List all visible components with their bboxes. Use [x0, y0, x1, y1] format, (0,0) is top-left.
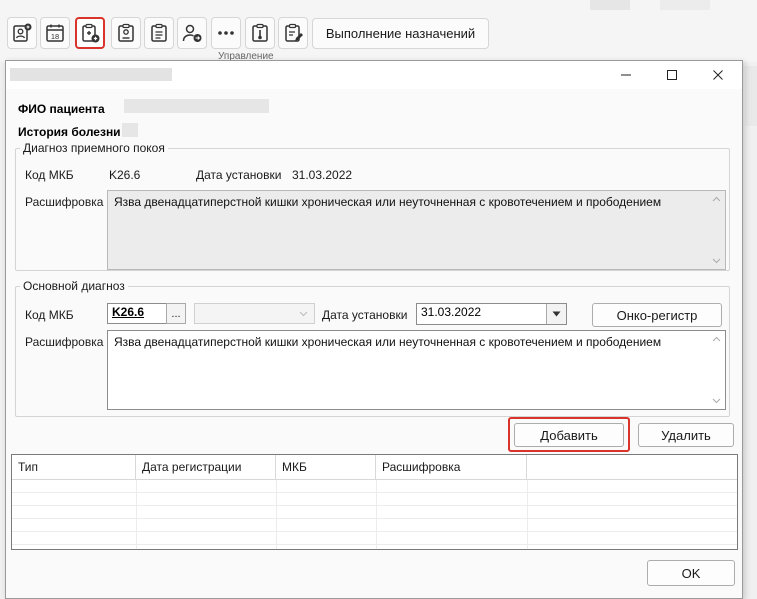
clipboard-edit-icon — [285, 23, 303, 42]
medical-history-redacted — [122, 123, 138, 137]
main-decode-label: Расшифровка — [25, 335, 104, 349]
calendar-button[interactable]: 18 — [40, 17, 70, 49]
admission-date-value: 31.03.2022 — [292, 168, 353, 182]
user-arrow-button[interactable] — [177, 17, 207, 49]
patient-name-redacted — [124, 99, 269, 113]
chevron-down-icon — [552, 311, 561, 317]
diagnoses-table[interactable]: Тип Дата регистрации МКБ Расшифровка — [11, 454, 738, 550]
admission-decode-content: Язва двенадцатиперстной кишки хроническа… — [114, 195, 662, 209]
scroll-up-icon — [712, 196, 721, 202]
clipboard-list-button[interactable] — [144, 17, 174, 49]
dialog-title-redacted — [10, 68, 172, 81]
maximize-button[interactable] — [649, 61, 695, 89]
close-icon — [713, 70, 723, 80]
mkb-extra-select — [194, 303, 315, 324]
chevron-down-icon — [299, 311, 308, 317]
main-decode-content: Язва двенадцатиперстной кишки хроническа… — [114, 335, 662, 349]
column-header-type[interactable]: Тип — [12, 455, 136, 480]
column-header-registration-date[interactable]: Дата регистрации — [136, 455, 276, 480]
maximize-icon — [667, 70, 677, 80]
minimize-button[interactable] — [603, 61, 649, 89]
main-mkb-label: Код МКБ — [25, 308, 74, 322]
calendar-icon: 18 — [46, 24, 64, 42]
user-arrow-icon — [182, 24, 202, 42]
admission-mkb-value: K26.6 — [109, 168, 141, 182]
toolbar-group-label: Управление — [218, 52, 274, 60]
patient-card-icon — [13, 23, 32, 42]
minimize-icon — [621, 74, 631, 76]
more-button[interactable] — [211, 17, 241, 49]
add-button[interactable]: Добавить — [514, 423, 624, 447]
admission-decode-text[interactable]: Язва двенадцатиперстной кишки хроническа… — [107, 190, 726, 270]
clipboard-edit-button[interactable] — [278, 17, 308, 49]
app-toolbar: 18 Выполнение назначений Управление — [0, 0, 757, 126]
patient-name-label: ФИО пациента — [18, 102, 105, 116]
execute-prescriptions-button[interactable]: Выполнение назначений — [312, 18, 489, 49]
dialog-titlebar — [6, 61, 742, 89]
clipboard-list-icon — [151, 23, 167, 42]
patient-card-button[interactable] — [7, 17, 37, 49]
diagnosis-dialog: ФИО пациента История болезни Диагноз при… — [5, 60, 743, 599]
clipboard-add-icon — [82, 23, 100, 43]
main-diagnosis-legend: Основной диагноз — [23, 279, 125, 293]
blurred-region — [590, 0, 630, 10]
clipboard-thermometer-icon — [252, 23, 268, 42]
clipboard-thermometer-button[interactable] — [245, 17, 275, 49]
ok-button[interactable]: OK — [647, 560, 735, 586]
blurred-region — [660, 0, 710, 10]
svg-text:18: 18 — [51, 32, 59, 41]
mkb-browse-button[interactable]: ... — [166, 303, 186, 324]
main-decode-textarea[interactable]: Язва двенадцатиперстной кишки хроническа… — [107, 330, 726, 410]
scroll-down-icon — [712, 258, 721, 264]
background-panel — [745, 66, 757, 126]
diagnoses-table-header: Тип Дата регистрации МКБ Расшифровка — [12, 455, 737, 480]
table-row — [12, 519, 737, 532]
admission-mkb-label: Код МКБ — [25, 168, 74, 182]
delete-button[interactable]: Удалить — [638, 423, 734, 447]
admission-date-label: Дата установки — [196, 168, 282, 182]
column-header-mkb[interactable]: МКБ — [276, 455, 376, 480]
id-badge-icon — [118, 23, 134, 42]
main-decode-scrollbar[interactable] — [708, 331, 725, 409]
id-badge-button[interactable] — [111, 17, 141, 49]
table-row — [12, 480, 737, 493]
main-date-label: Дата установки — [322, 308, 408, 322]
date-dropdown-button[interactable] — [546, 304, 566, 324]
main-mkb-input[interactable]: K26.6 — [107, 303, 167, 324]
column-header-decode[interactable]: Расшифровка — [376, 455, 527, 480]
table-row — [12, 506, 737, 519]
admission-diagnosis-legend: Диагноз приемного покоя — [23, 141, 165, 155]
medical-history-label: История болезни — [18, 125, 121, 139]
main-date-picker[interactable]: 31.03.2022 — [416, 303, 567, 325]
main-date-value: 31.03.2022 — [421, 305, 482, 319]
table-row — [12, 493, 737, 506]
table-row — [12, 532, 737, 545]
more-icon — [218, 31, 234, 35]
onco-register-button[interactable]: Онко-регистр — [592, 303, 722, 327]
admission-decode-scrollbar[interactable] — [708, 191, 725, 269]
scroll-down-icon — [712, 398, 721, 404]
scroll-up-icon — [712, 336, 721, 342]
admission-decode-label: Расшифровка — [25, 195, 104, 209]
close-button[interactable] — [695, 61, 741, 89]
clipboard-add-button[interactable] — [75, 17, 105, 49]
